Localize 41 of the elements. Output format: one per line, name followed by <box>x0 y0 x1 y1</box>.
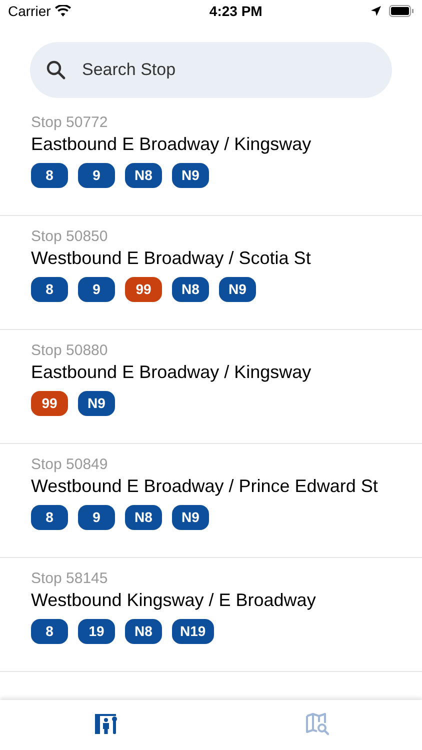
route-badge: 8 <box>31 163 68 188</box>
route-badge: N8 <box>172 277 209 302</box>
route-badge: N9 <box>172 163 209 188</box>
route-badge: 9 <box>78 277 115 302</box>
stop-list-item[interactable]: Stop 50849 Westbound E Broadway / Prince Edward St 8 9 N8 N9 <box>0 444 422 558</box>
battery-icon <box>388 5 414 17</box>
route-badge: 8 <box>31 619 68 644</box>
route-badge: 99 <box>125 277 162 302</box>
route-badge: N8 <box>125 619 162 644</box>
stop-number: Stop 50849 <box>31 456 109 474</box>
route-badge: N8 <box>125 505 162 530</box>
carrier-label: Carrier <box>8 2 51 20</box>
stop-name: Westbound E Broadway / Prince Edward St <box>31 475 379 498</box>
stop-list-item[interactable]: Stop 50772 Eastbound E Broadway / Kingsway 8 9 N8 N9 <box>0 102 422 216</box>
route-badge: 99 <box>31 391 68 416</box>
stop-name: Westbound E Broadway / Scotia St <box>31 247 312 270</box>
stop-list-item[interactable]: Stop 50880 Eastbound E Broadway / Kingsway 99 N9 <box>0 330 422 444</box>
route-badge: 9 <box>78 163 115 188</box>
stop-number: Stop 50850 <box>31 228 109 246</box>
route-badge: N19 <box>172 619 214 644</box>
route-badge: 8 <box>31 505 68 530</box>
route-badge: 9 <box>78 505 115 530</box>
bus-stop-icon[interactable] <box>94 712 118 736</box>
route-badge: N9 <box>78 391 115 416</box>
clock-time: 4:23 PM <box>209 2 262 20</box>
stop-name: Eastbound E Broadway / Kingsway <box>31 361 312 384</box>
stop-list-item[interactable]: Stop 58145 Westbound Kingsway / E Broadway 8 19 N8 N19 <box>0 558 422 672</box>
wifi-icon <box>54 5 71 17</box>
stop-list-item[interactable]: Stop 50850 Westbound E Broadway / Scotia St 8 9 99 N8 N9 <box>0 216 422 330</box>
search-field[interactable]: Search Stop <box>30 42 392 98</box>
route-badge: 8 <box>31 277 68 302</box>
stop-number: Stop 50772 <box>31 114 109 132</box>
route-badge: N8 <box>125 163 162 188</box>
location-arrow-icon <box>370 6 381 16</box>
stop-number: Stop 50880 <box>31 342 109 360</box>
stop-name: Westbound Kingsway / E Broadway <box>31 589 317 612</box>
route-badge: N9 <box>219 277 256 302</box>
route-badge: 19 <box>78 619 115 644</box>
route-badge: N9 <box>172 505 209 530</box>
stop-number: Stop 58145 <box>31 570 109 588</box>
stop-name: Eastbound E Broadway / Kingsway <box>31 133 312 156</box>
